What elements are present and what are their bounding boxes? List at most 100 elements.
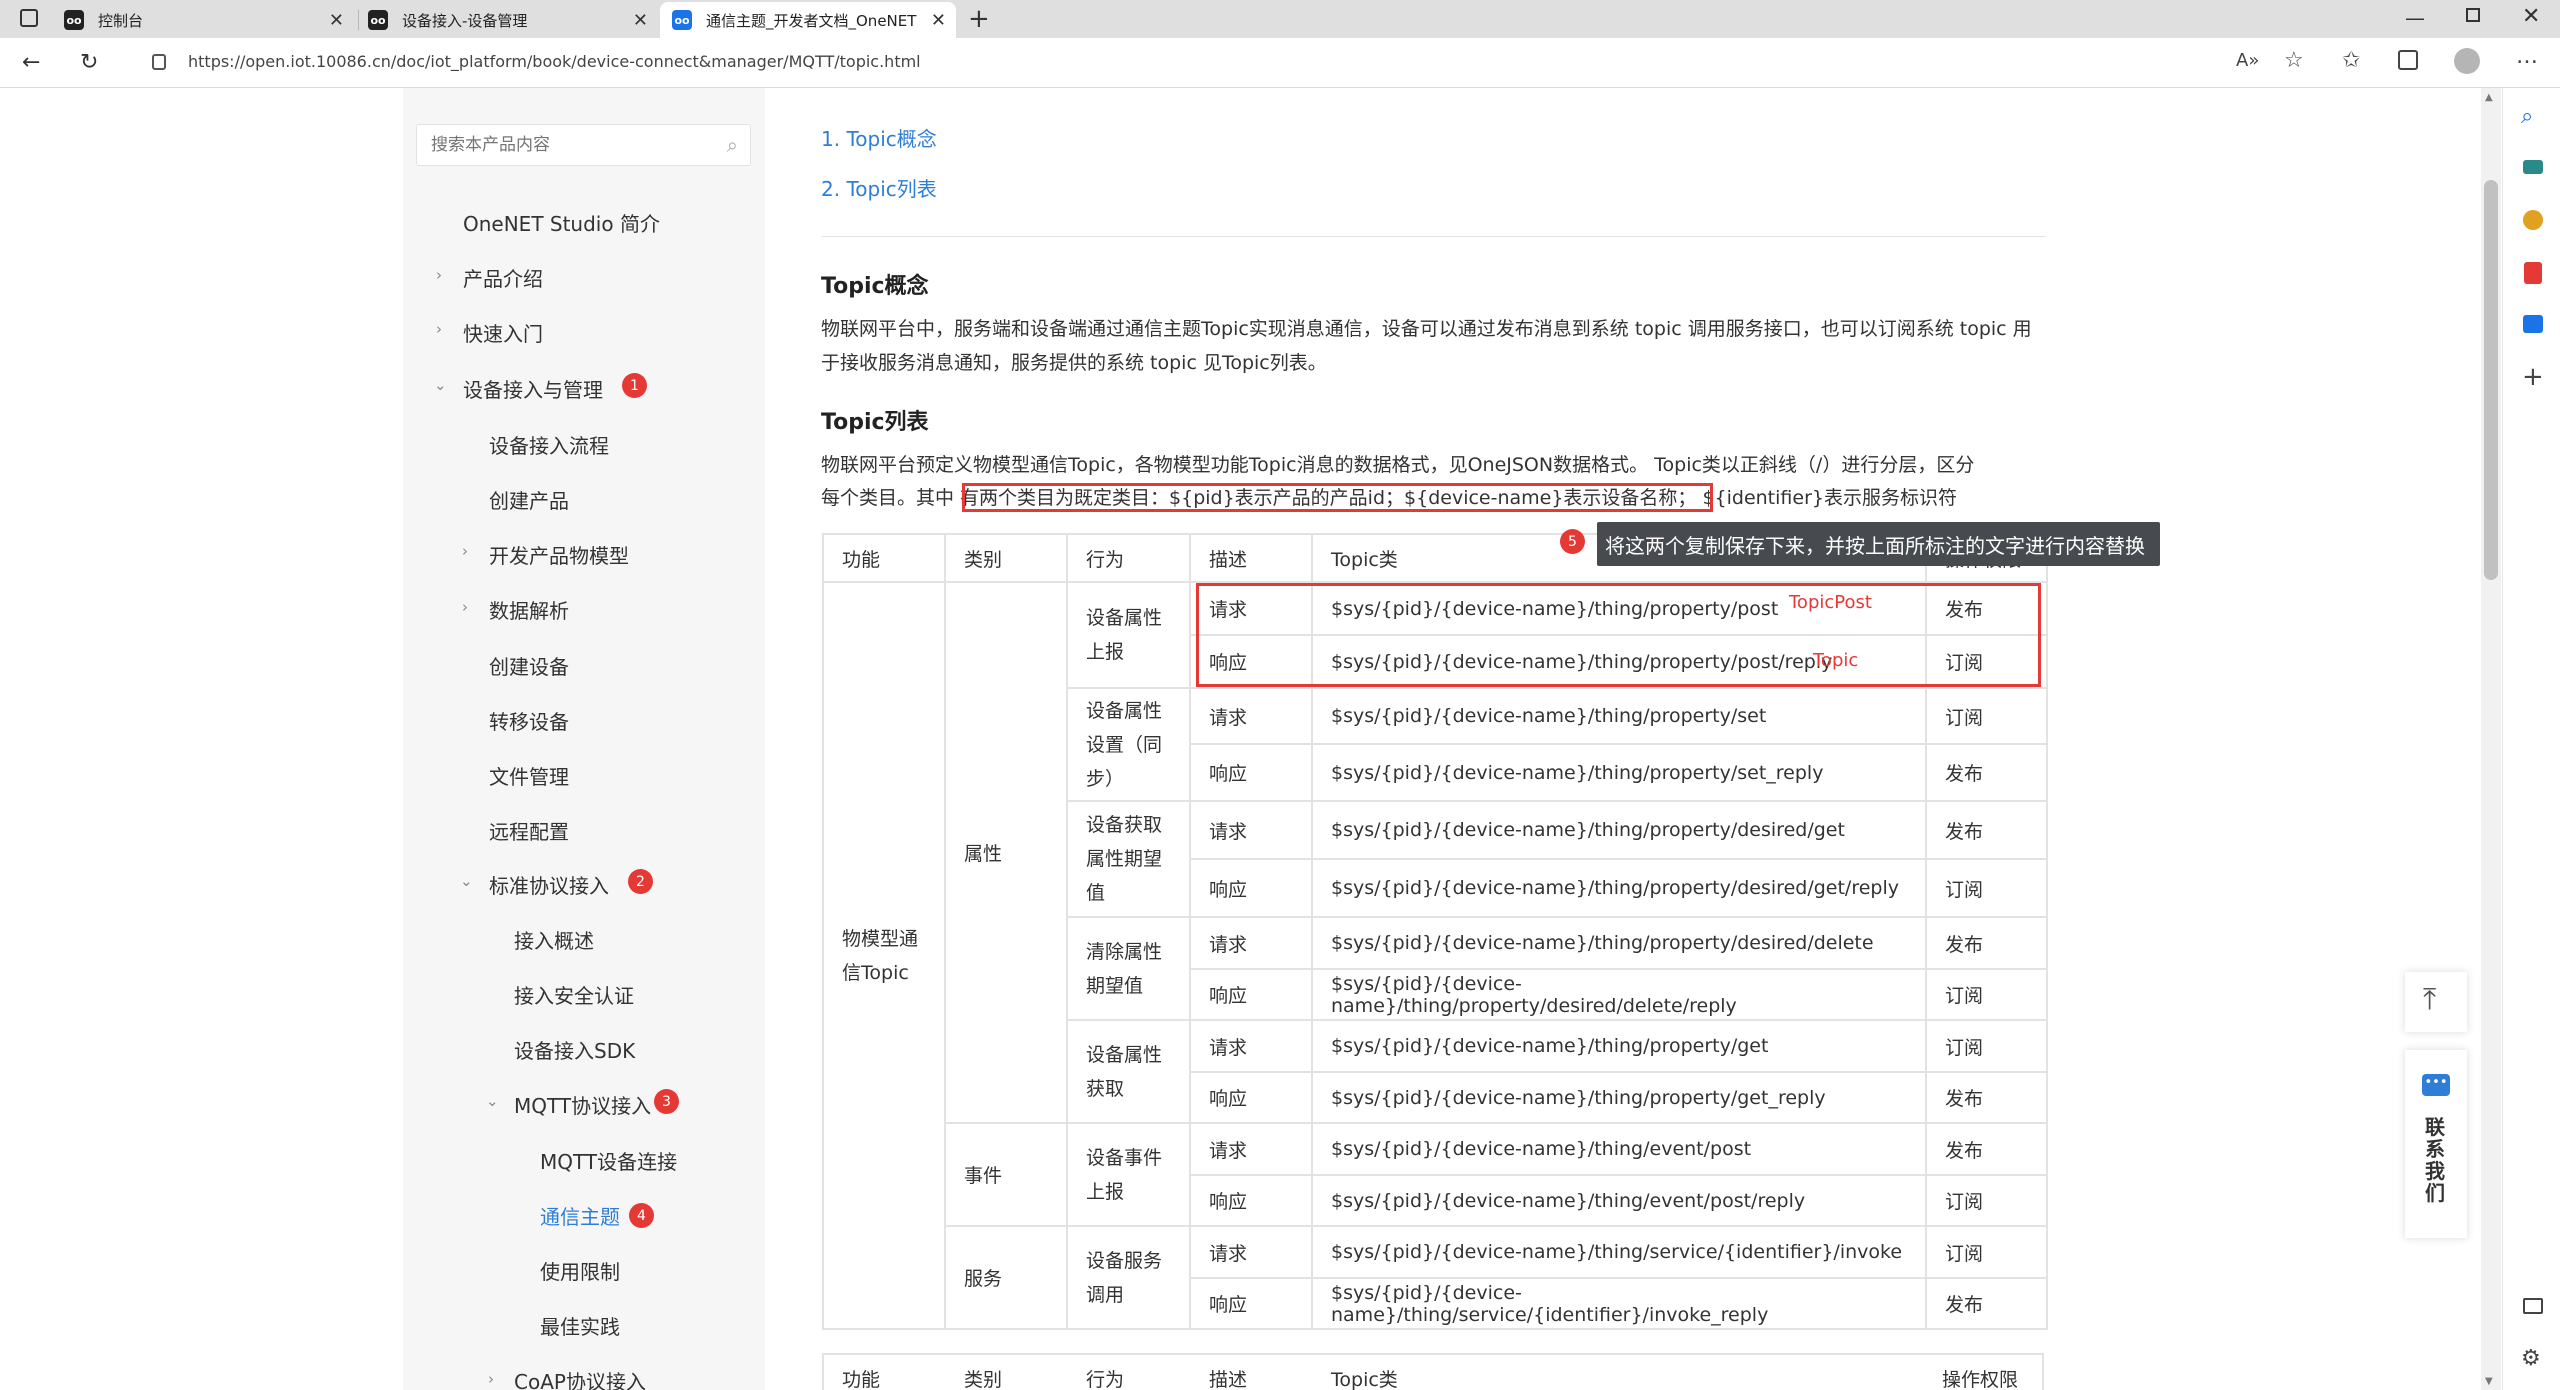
back-icon[interactable]: ← <box>22 50 40 75</box>
tab-device-management[interactable]: oo 设备接入-设备管理 ✕ <box>368 2 658 38</box>
close-window-icon[interactable]: ✕ <box>2522 4 2540 29</box>
office-icon[interactable] <box>2524 262 2542 284</box>
sidebar-item-transfer-device[interactable]: 转移设备 <box>489 706 569 735</box>
annotation-rows-box <box>1196 583 2041 687</box>
scroll-down-icon[interactable]: ▼ <box>2485 1376 2493 1387</box>
add-icon[interactable]: + <box>2522 362 2544 392</box>
scrollbar-thumb[interactable] <box>2484 180 2498 580</box>
sidebar-item-remote-config[interactable]: 远程配置 <box>489 816 569 845</box>
chat-icon: ••• <box>2422 1074 2450 1096</box>
sidebar-item-file-management[interactable]: 文件管理 <box>489 761 569 790</box>
sidebar-item-device-sdk[interactable]: 设备接入SDK <box>514 1035 635 1064</box>
sidebar-item-device-access[interactable]: 设备接入与管理 <box>463 374 603 403</box>
table-cell-perm: 订阅 <box>1925 968 2048 1021</box>
section-paragraph-line1: 物联网平台预定义物模型通信Topic，各物模型功能Topic消息的数据格式，见O… <box>821 454 1975 476</box>
annotation-badge: 1 <box>622 373 647 398</box>
sidebar-item-data-parse[interactable]: 数据解析 <box>489 595 569 624</box>
column-header: 功能 <box>822 533 946 583</box>
table-cell-category: 服务 <box>944 1225 1068 1330</box>
table-cell-perm: 发布 <box>1925 743 2048 802</box>
tab-actions-icon[interactable] <box>20 9 38 27</box>
sidebar-item-product-intro[interactable]: 产品介绍 <box>463 263 543 292</box>
tab-console[interactable]: oo 控制台 ✕ <box>64 2 354 38</box>
table-cell-perm: 发布 <box>1925 1071 2048 1124</box>
close-tab-icon[interactable]: ✕ <box>329 10 344 31</box>
sidebar-item-thing-model[interactable]: 开发产品物模型 <box>489 540 629 569</box>
table-cell-perm: 发布 <box>1925 800 2048 860</box>
read-aloud-icon[interactable]: A» <box>2236 50 2259 71</box>
sidebar-item-coap[interactable]: CoAP协议接入 <box>514 1366 646 1390</box>
toc-link-topic-list[interactable]: 2. Topic列表 <box>821 173 937 202</box>
search-icon[interactable]: ⌕ <box>2521 104 2533 129</box>
sidebar-item-access-overview[interactable]: 接入概述 <box>514 925 594 954</box>
maximize-icon[interactable] <box>2466 8 2480 22</box>
table-cell-topic: $sys/{pid}/{device-name}/thing/property/… <box>1311 968 1927 1021</box>
table-cell-behavior: 设备获取属性期望值 <box>1066 800 1191 918</box>
sidebar-item-quickstart[interactable]: 快速入门 <box>463 318 543 347</box>
column-header: 功能 <box>842 1369 881 1390</box>
table-cell-perm: 订阅 <box>1925 1225 2048 1279</box>
table-cell-perm: 发布 <box>1925 1277 2048 1330</box>
favorites-icon[interactable]: ✩ <box>2342 48 2360 73</box>
chevron-right-icon[interactable]: › <box>462 542 468 560</box>
sidebar-item-create-device[interactable]: 创建设备 <box>489 651 569 680</box>
add-favorite-icon[interactable]: ☆ <box>2284 48 2304 73</box>
chevron-right-icon[interactable]: › <box>436 320 442 338</box>
url-field[interactable]: https://open.iot.10086.cn/doc/iot_platfo… <box>188 52 921 71</box>
table-cell-perm: 订阅 <box>1925 1019 2048 1073</box>
chevron-down-icon[interactable]: ⌄ <box>460 872 473 890</box>
contact-us-button[interactable]: ••• 联系我们 <box>2405 1050 2467 1238</box>
browser-window: oo 控制台 ✕ oo 设备接入-设备管理 ✕ oo 通信主题_开发者文档_On… <box>0 0 2560 1390</box>
chevron-down-icon[interactable]: ⌄ <box>434 376 447 394</box>
section-title-topic-concept: Topic概念 <box>821 274 929 299</box>
sidebar-item-mqtt[interactable]: MQTT协议接入 <box>514 1090 651 1119</box>
toc-link-topic-concept[interactable]: 1. Topic概念 <box>821 123 937 152</box>
chevron-down-icon[interactable]: ⌄ <box>486 1092 499 1110</box>
table-cell-desc: 响应 <box>1189 968 1313 1021</box>
lock-icon[interactable] <box>152 54 166 70</box>
sidebar-item-access-flow[interactable]: 设备接入流程 <box>489 430 609 459</box>
scroll-up-icon[interactable]: ▲ <box>2485 92 2493 103</box>
table-cell-behavior: 设备事件上报 <box>1066 1122 1191 1227</box>
section-paragraph: 物联网平台中，服务端和设备端通过通信主题Topic实现消息通信，设备可以通过发布… <box>821 318 2032 374</box>
sidebar-item-mqtt-connect[interactable]: MQTT设备连接 <box>540 1146 677 1175</box>
onenet-favicon-icon: oo <box>368 10 388 30</box>
sidebar-search[interactable]: ⌕ <box>416 124 751 166</box>
search-icon[interactable]: ⌕ <box>727 133 738 157</box>
table-cell-topic: $sys/{pid}/{device-name}/thing/property/… <box>1311 743 1927 802</box>
table-cell-perm: 订阅 <box>1925 1174 2048 1227</box>
chevron-right-icon[interactable]: › <box>462 598 468 616</box>
chevron-right-icon[interactable]: › <box>488 1370 494 1388</box>
sidebar-item-security-auth[interactable]: 接入安全认证 <box>514 980 634 1009</box>
tools-icon[interactable] <box>2523 210 2543 230</box>
profile-avatar[interactable] <box>2454 48 2480 74</box>
sidebar-item-limits[interactable]: 使用限制 <box>540 1256 620 1285</box>
sidebar-item-create-product[interactable]: 创建产品 <box>489 485 569 514</box>
shopping-icon[interactable] <box>2523 160 2543 174</box>
close-tab-icon[interactable]: ✕ <box>931 10 946 31</box>
sidebar-toggle-icon[interactable] <box>2523 1298 2543 1314</box>
sidebar-item-best-practice[interactable]: 最佳实践 <box>540 1311 620 1340</box>
table-cell-topic: $sys/{pid}/{device-name}/thing/service/{… <box>1311 1277 1927 1330</box>
search-input[interactable] <box>431 125 701 165</box>
minimize-icon[interactable]: — <box>2405 6 2425 30</box>
settings-icon[interactable]: ⚙ <box>2521 1346 2541 1371</box>
sidebar-item-topic[interactable]: 通信主题 <box>540 1201 620 1230</box>
refresh-icon[interactable]: ↻ <box>80 50 98 75</box>
column-header: Topic类 <box>1331 1369 1398 1390</box>
collections-icon[interactable] <box>2398 50 2418 70</box>
column-header: 描述 <box>1189 533 1313 583</box>
chevron-right-icon[interactable]: › <box>436 266 442 284</box>
new-tab-icon[interactable]: + <box>968 4 990 34</box>
divider <box>821 236 2046 237</box>
table-cell-behavior: 设备属性设置（同步） <box>1066 687 1191 802</box>
back-to-top-button[interactable]: ⤒ <box>2405 972 2467 1032</box>
tab-topic-docs[interactable]: oo 通信主题_开发者文档_OneNET ✕ <box>660 2 956 38</box>
sidebar-item-studio-intro[interactable]: OneNET Studio 简介 <box>463 208 660 237</box>
more-menu-icon[interactable]: … <box>2516 44 2538 69</box>
close-tab-icon[interactable]: ✕ <box>633 10 648 31</box>
sidebar-item-standard-protocol[interactable]: 标准协议接入 <box>489 870 609 899</box>
table-cell-topic: $sys/{pid}/{device-name}/thing/property/… <box>1311 858 1927 918</box>
annotation-badge: 5 <box>1560 529 1585 554</box>
outlook-icon[interactable] <box>2523 315 2543 333</box>
